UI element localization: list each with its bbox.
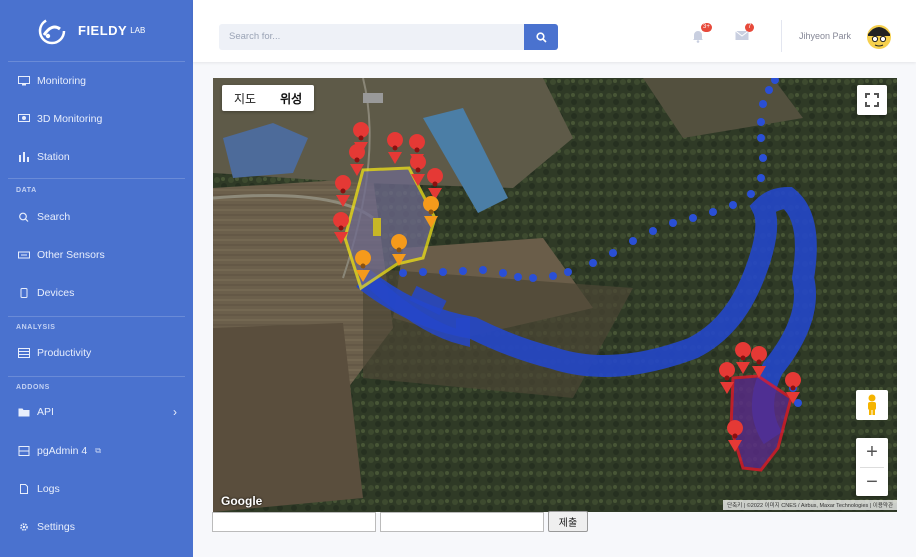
database-icon bbox=[17, 446, 31, 456]
sidebar: FIELDY LAB Monitoring 3D Monitoring Stat… bbox=[0, 0, 193, 557]
nav-item-logs[interactable]: Logs bbox=[0, 474, 193, 504]
chevron-right-icon: › bbox=[173, 405, 177, 419]
sidebar-divider bbox=[8, 178, 185, 179]
messages-button[interactable]: 7 bbox=[735, 23, 759, 46]
map-type-control: 지도 위성 bbox=[222, 85, 315, 111]
document-icon bbox=[17, 484, 31, 494]
form-input-2[interactable] bbox=[380, 512, 544, 532]
alerts-count-badge: 3+ bbox=[701, 23, 712, 32]
nav-label: Settings bbox=[37, 521, 75, 533]
sidebar-divider bbox=[8, 316, 185, 317]
nav-item-api[interactable]: API › bbox=[0, 397, 193, 427]
nav-item-other-sensors[interactable]: Other Sensors bbox=[0, 240, 193, 270]
alerts-button[interactable]: 3+ bbox=[691, 23, 715, 46]
brand-name: FIELDY bbox=[78, 23, 128, 38]
submit-button[interactable]: 제출 bbox=[548, 511, 588, 532]
map-type-map-button[interactable]: 지도 bbox=[222, 85, 268, 111]
user-name[interactable]: Jihyeon Park bbox=[799, 31, 851, 41]
cube-icon bbox=[17, 114, 31, 124]
nav-label: Station bbox=[37, 151, 70, 163]
fullscreen-button[interactable] bbox=[857, 85, 887, 115]
nav-item-search[interactable]: Search bbox=[0, 202, 193, 232]
nav-item-productivity[interactable]: Productivity bbox=[0, 338, 193, 368]
nav-label: Devices bbox=[37, 287, 75, 299]
brand-logo-icon bbox=[38, 17, 66, 44]
nav-item-devices[interactable]: Devices bbox=[0, 278, 193, 308]
nav-item-pgadmin[interactable]: pgAdmin 4 ⧉ bbox=[0, 436, 193, 466]
messages-count-badge: 7 bbox=[745, 23, 754, 32]
nav-label: API bbox=[37, 406, 54, 418]
nav-label: Search bbox=[37, 211, 71, 223]
google-logo[interactable]: Google bbox=[221, 494, 262, 508]
monitor-icon bbox=[17, 76, 31, 86]
nav-label: Other Sensors bbox=[37, 249, 105, 261]
section-heading-data: DATA bbox=[16, 187, 37, 194]
nav-label: Productivity bbox=[37, 347, 92, 359]
nav-label: pgAdmin 4 bbox=[37, 445, 88, 457]
satellite-map[interactable]: 지도 위성 + − Google 단축키 | ©2022 이미지 CNES / … bbox=[213, 78, 897, 512]
nav-item-settings[interactable]: Settings bbox=[0, 512, 193, 542]
table-icon bbox=[17, 348, 31, 358]
search-icon bbox=[535, 31, 547, 43]
nav-label: Monitoring bbox=[37, 75, 87, 87]
section-heading-analysis: ANALYSIS bbox=[16, 324, 56, 331]
topbar: Search for... 3+ 7 Jihyeon Park bbox=[193, 0, 916, 62]
station-icon bbox=[17, 152, 31, 162]
app-root: FIELDY LAB Monitoring 3D Monitoring Stat… bbox=[0, 0, 916, 557]
street-view-pegman[interactable] bbox=[856, 390, 888, 420]
search-icon bbox=[17, 212, 31, 222]
external-link-icon: ⧉ bbox=[95, 446, 101, 455]
brand[interactable]: FIELDY LAB bbox=[8, 0, 185, 62]
sidebar-divider bbox=[8, 376, 185, 377]
sensor-icon bbox=[17, 250, 31, 260]
nav-label: Logs bbox=[37, 483, 60, 495]
nav-item-monitoring[interactable]: Monitoring bbox=[0, 66, 193, 96]
form-input-1[interactable] bbox=[212, 512, 376, 532]
folder-icon bbox=[17, 407, 31, 417]
zoom-out-button[interactable]: − bbox=[856, 468, 888, 497]
pegman-icon bbox=[868, 394, 876, 415]
gear-icon bbox=[17, 522, 31, 532]
nav-item-station[interactable]: Station bbox=[0, 142, 193, 172]
brand-sup: LAB bbox=[130, 26, 146, 35]
zoom-control: + − bbox=[856, 438, 888, 496]
zoom-in-button[interactable]: + bbox=[856, 438, 888, 467]
avatar[interactable] bbox=[865, 22, 893, 50]
search-button[interactable] bbox=[524, 24, 558, 50]
topbar-divider bbox=[781, 20, 782, 52]
fullscreen-icon bbox=[865, 93, 879, 107]
search-input[interactable]: Search for... bbox=[219, 24, 525, 50]
envelope-icon bbox=[735, 30, 749, 40]
nav-label: 3D Monitoring bbox=[37, 113, 103, 125]
nav-item-3d-monitoring[interactable]: 3D Monitoring bbox=[0, 104, 193, 134]
section-heading-addons: ADDONS bbox=[16, 384, 50, 391]
map-attribution[interactable]: 단축키 | ©2022 이미지 CNES / Airbus, Maxar Tec… bbox=[723, 500, 897, 510]
device-icon bbox=[17, 288, 31, 298]
map-type-satellite-button[interactable]: 위성 bbox=[268, 85, 314, 111]
map-imagery[interactable] bbox=[213, 78, 897, 512]
